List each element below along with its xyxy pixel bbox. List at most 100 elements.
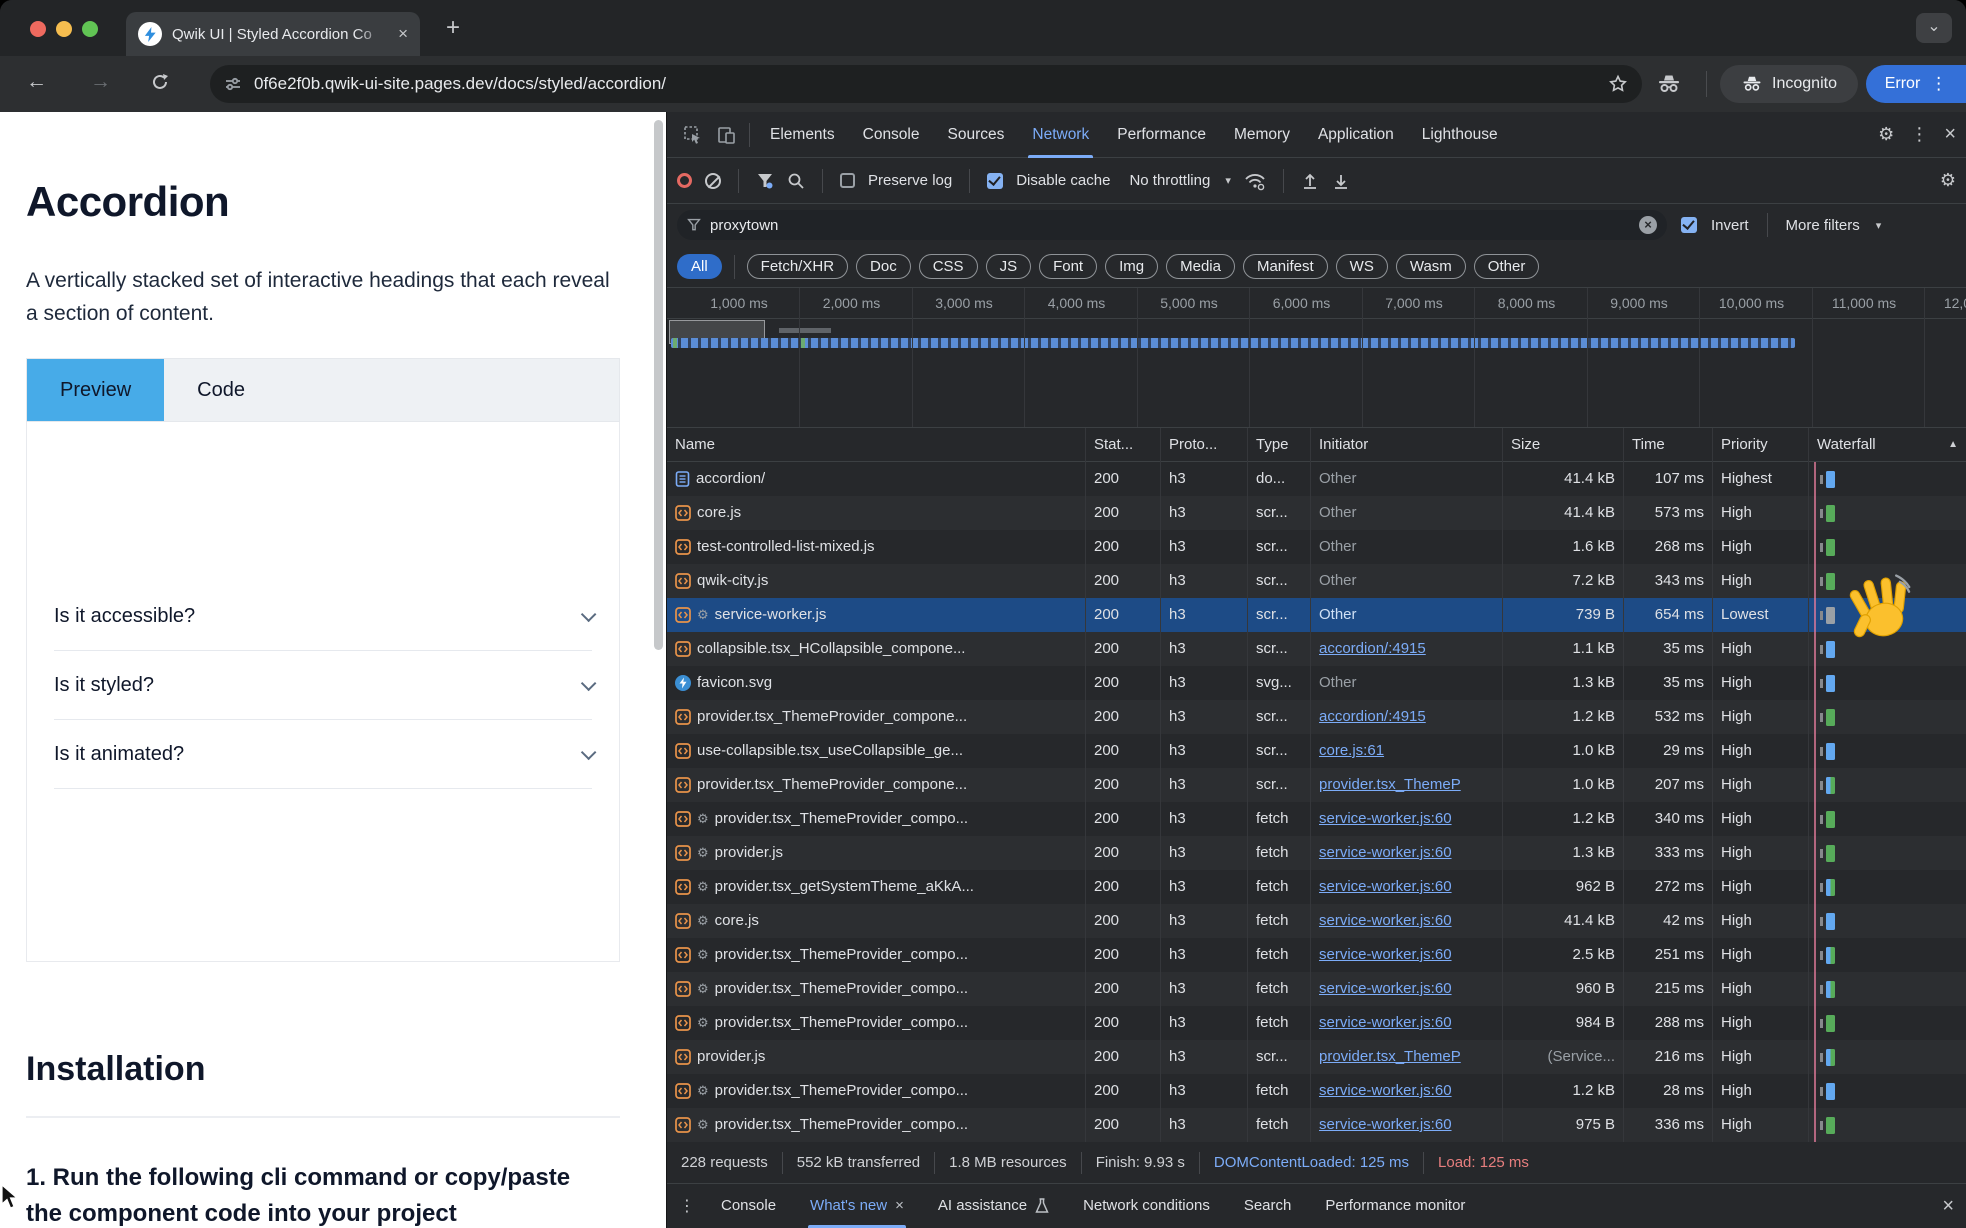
devtools-settings-icon[interactable]: ⚙ [1878,124,1894,145]
column-header-name[interactable]: Name [667,428,1086,462]
column-header-waterfall[interactable]: Waterfall▲ [1809,428,1966,462]
devtools-tab-network[interactable]: Network [1018,112,1103,158]
accordion-item[interactable]: Is it styled? [54,651,592,720]
initiator-cell[interactable]: core.js:61 [1311,734,1503,768]
throttling-select[interactable]: No throttling [1129,172,1210,189]
initiator-cell[interactable]: provider.tsx_ThemeP [1311,1040,1503,1074]
drawer-tab-networkconditions[interactable]: Network conditions [1069,1184,1224,1228]
record-network-log-button[interactable] [677,173,692,188]
request-name-cell[interactable]: use-collapsible.tsx_useCollapsible_ge... [667,734,1086,768]
url-bar[interactable]: 0f6e2f0b.qwik-ui-site.pages.dev/docs/sty… [210,65,1642,103]
request-name-cell[interactable]: ⚙provider.tsx_getSystemTheme_aKkA... [667,870,1086,904]
network-request-row[interactable]: provider.tsx_ThemeProvider_compone...200… [667,768,1966,802]
initiator-cell[interactable]: service-worker.js:60 [1311,972,1503,1006]
throttling-dropdown-icon[interactable]: ▾ [1225,174,1231,187]
filter-chip-js[interactable]: JS [986,254,1032,279]
request-name-cell[interactable]: provider.tsx_ThemeProvider_compone... [667,768,1086,802]
network-request-row[interactable]: ⚙service-worker.js200h3scr...Other739 B6… [667,598,1966,632]
invert-checkbox[interactable] [1681,217,1697,233]
url-text[interactable]: 0f6e2f0b.qwik-ui-site.pages.dev/docs/sty… [254,74,1596,94]
initiator-cell[interactable]: accordion/:4915 [1311,632,1503,666]
inspect-element-icon[interactable] [683,125,703,145]
filter-chip-doc[interactable]: Doc [856,254,911,279]
disable-cache-label[interactable]: Disable cache [1016,172,1110,189]
drawer-close-icon[interactable]: × [1942,1195,1954,1218]
drawer-tab-aiassistance[interactable]: AI assistance [924,1184,1063,1228]
site-info-icon[interactable] [224,75,242,93]
macos-minimize-button[interactable] [56,21,72,37]
accordion-item[interactable]: Is it accessible? [54,582,592,651]
network-request-row[interactable]: ⚙provider.tsx_ThemeProvider_compo...200h… [667,938,1966,972]
new-tab-button[interactable]: + [446,14,460,42]
request-name-cell[interactable]: collapsible.tsx_HCollapsible_compone... [667,632,1086,666]
import-har-icon[interactable] [1301,172,1319,190]
initiator-cell[interactable]: service-worker.js:60 [1311,1006,1503,1040]
initiator-cell[interactable]: service-worker.js:60 [1311,836,1503,870]
devtools-tab-memory[interactable]: Memory [1220,112,1304,158]
macos-close-button[interactable] [30,21,46,37]
devtools-tab-sources[interactable]: Sources [934,112,1019,158]
initiator-cell[interactable]: service-worker.js:60 [1311,870,1503,904]
preserve-log-label[interactable]: Preserve log [868,172,952,189]
devtools-tab-application[interactable]: Application [1304,112,1408,158]
filter-chip-wasm[interactable]: Wasm [1396,254,1466,279]
request-name-cell[interactable]: provider.js [667,1040,1086,1074]
column-header-proto[interactable]: Proto... [1161,428,1248,462]
devtools-tab-lighthouse[interactable]: Lighthouse [1408,112,1512,158]
network-request-row[interactable]: provider.tsx_ThemeProvider_compone...200… [667,700,1966,734]
invert-label[interactable]: Invert [1711,217,1749,234]
filter-input-value[interactable]: proxytown [710,217,1630,234]
drawer-menu-icon[interactable]: ⋮ [679,1196,695,1216]
network-conditions-icon[interactable] [1244,171,1266,191]
request-name-cell[interactable]: ⚙service-worker.js [667,598,1086,632]
request-name-cell[interactable]: ⚙core.js [667,904,1086,938]
request-name-cell[interactable]: provider.tsx_ThemeProvider_compone... [667,700,1086,734]
network-request-row[interactable]: ⚙core.js200h3fetchservice-worker.js:6041… [667,904,1966,938]
tab-close-icon[interactable]: × [398,24,408,44]
request-name-cell[interactable]: ⚙provider.tsx_ThemeProvider_compo... [667,1108,1086,1142]
column-header-initiator[interactable]: Initiator [1311,428,1503,462]
incognito-indicator-icon[interactable] [1656,71,1682,97]
drawer-tab-search[interactable]: Search [1230,1184,1306,1228]
request-name-cell[interactable]: ⚙provider.tsx_ThemeProvider_compo... [667,1074,1086,1108]
network-request-row[interactable]: ⚙provider.js200h3fetchservice-worker.js:… [667,836,1966,870]
filter-input[interactable]: proxytown × [677,210,1667,240]
request-name-cell[interactable]: favicon.svg [667,666,1086,700]
network-request-row[interactable]: qwik-city.js200h3scr...Other7.2 kB343 ms… [667,564,1966,598]
request-name-cell[interactable]: ⚙provider.js [667,836,1086,870]
filter-chip-ws[interactable]: WS [1336,254,1388,279]
reload-button[interactable] [150,72,170,98]
back-button[interactable]: ← [26,70,47,94]
network-request-row[interactable]: ⚙provider.tsx_ThemeProvider_compo...200h… [667,802,1966,836]
request-name-cell[interactable]: core.js [667,496,1086,530]
filter-chip-img[interactable]: Img [1105,254,1158,279]
network-request-row[interactable]: collapsible.tsx_HCollapsible_compone...2… [667,632,1966,666]
disable-cache-checkbox[interactable] [987,173,1003,189]
more-filters-dropdown-icon[interactable]: ▾ [1876,219,1882,232]
drawer-tab-performancemonitor[interactable]: Performance monitor [1311,1184,1479,1228]
initiator-cell[interactable]: service-worker.js:60 [1311,802,1503,836]
initiator-cell[interactable]: service-worker.js:60 [1311,904,1503,938]
filter-chip-other[interactable]: Other [1474,254,1540,279]
request-name-cell[interactable]: test-controlled-list-mixed.js [667,530,1086,564]
devtools-close-icon[interactable]: × [1944,123,1956,146]
initiator-cell[interactable]: service-worker.js:60 [1311,1074,1503,1108]
request-name-cell[interactable]: ⚙provider.tsx_ThemeProvider_compo... [667,802,1086,836]
request-name-cell[interactable]: qwik-city.js [667,564,1086,598]
browser-tab[interactable]: Qwik UI | Styled Accordion Co × [126,12,420,56]
export-har-icon[interactable] [1332,172,1350,190]
error-menu-button[interactable]: Error ⋮ [1866,65,1966,103]
devtools-menu-icon[interactable]: ⋮ [1910,124,1928,145]
accordion-item[interactable]: Is it animated? [54,720,592,789]
request-name-cell[interactable]: ⚙provider.tsx_ThemeProvider_compo... [667,972,1086,1006]
filter-chip-media[interactable]: Media [1166,254,1235,279]
sort-ascending-icon[interactable]: ▲ [1948,428,1958,462]
network-overview-timeline[interactable]: 1,000 ms2,000 ms3,000 ms4,000 ms5,000 ms… [667,288,1966,428]
column-header-priority[interactable]: Priority [1713,428,1809,462]
devtools-tab-elements[interactable]: Elements [756,112,849,158]
forward-button[interactable]: → [90,70,111,94]
network-settings-icon[interactable]: ⚙ [1940,170,1956,191]
search-icon[interactable] [787,172,805,190]
column-header-stat[interactable]: Stat... [1086,428,1161,462]
network-request-row[interactable]: ⚙provider.tsx_ThemeProvider_compo...200h… [667,1074,1966,1108]
